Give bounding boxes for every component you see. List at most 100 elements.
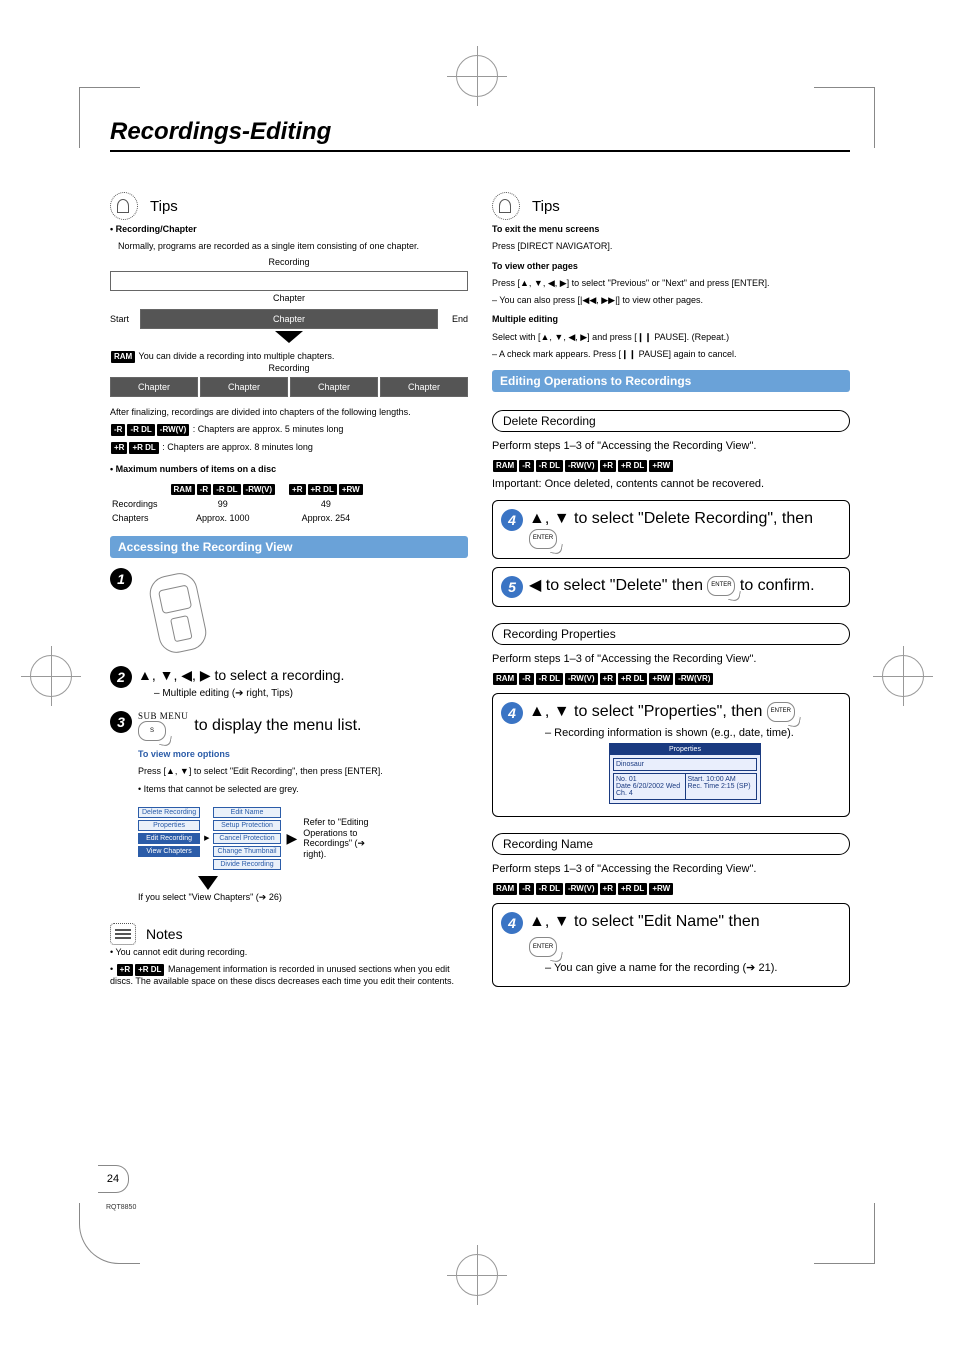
recording-name-pill: Recording Name [492, 833, 850, 855]
properties-panel: Properties Dinosaur No. 01 Date 6/20/200… [609, 743, 761, 804]
props-no: No. 01 [616, 776, 683, 783]
step-4-number: 4 [501, 509, 523, 531]
chapter-cell: Chapter [290, 377, 378, 397]
multi-edit-p1: Select with [▲, ▼, ◀, ▶] and press [❙❙ P… [492, 332, 850, 343]
props-start: Start. 10:00 AM [688, 776, 755, 783]
enter-button-icon: ENTER [707, 576, 735, 596]
menu-diagram: Delete Recording Properties Edit Recordi… [138, 807, 281, 870]
menu-edit-name: Edit Name [213, 807, 280, 818]
max-items-heading: • Maximum numbers of items on a disc [110, 464, 468, 475]
step-2-number: 2 [110, 666, 132, 688]
props-ch: Ch. 4 [616, 790, 683, 797]
single-chapter-box: Chapter [140, 309, 438, 329]
del-badges: RAM-R-R DL-RW(V)+R+R DL+RW [492, 460, 850, 472]
page-title: Recordings-Editing [110, 118, 850, 146]
s-button-icon: S [138, 721, 166, 741]
delete-recording-pill: Delete Recording [492, 410, 850, 432]
menu-setup-protection: Setup Protection [213, 820, 280, 831]
after-finalizing: After finalizing, recordings are divided… [110, 407, 468, 418]
if-view-chapters: If you select "View Chapters" (➔ 26) [138, 892, 468, 903]
menu-cancel-protection: Cancel Protection [213, 833, 280, 844]
rec-chapter-heading: • Recording/Chapter [110, 224, 468, 235]
submenu-label: SUB MENU [138, 711, 188, 721]
refer-text: Refer to "Editing Operations to Recordin… [303, 817, 373, 860]
max-items-table: RAM-R-R DL-RW(V) +R+R DL+RW Recordings99… [110, 481, 376, 526]
props-title: Properties [610, 744, 760, 755]
left-column: Tips • Recording/Chapter Normally, progr… [110, 192, 468, 995]
name-step4-sub: – You can give a name for the recording … [545, 961, 841, 974]
name-steps: Perform steps 1–3 of "Accessing the Reco… [492, 863, 850, 877]
multi-edit-heading: Multiple editing [492, 314, 850, 325]
name-step4: ▲, ▼ to select "Edit Name" then [529, 912, 841, 933]
tips-icon [492, 192, 520, 220]
notes-heading: Notes [146, 926, 183, 942]
props-rectime: Rec. Time 2:15 (SP) [688, 783, 755, 790]
multi-edit-p2: – A check mark appears. Press [❙❙ PAUSE]… [492, 349, 850, 360]
chapter-row: Chapter Chapter Chapter Chapter [110, 377, 468, 397]
start-label: Start [110, 314, 140, 324]
chapter-cell: Chapter [200, 377, 288, 397]
step-2-sub: – Multiple editing (➔ right, Tips) [154, 688, 468, 699]
chapter-cell: Chapter [110, 377, 198, 397]
page-number: 24 [98, 1165, 129, 1193]
menu-divide-recording: Divide Recording [213, 859, 280, 870]
step-1-number: 1 [110, 568, 132, 590]
step-5-number: 5 [501, 576, 523, 598]
accessing-bar: Accessing the Recording View [110, 536, 468, 558]
chapter-cell: Chapter [380, 377, 468, 397]
step-3-text: to display the menu list. [194, 716, 361, 737]
menu-edit-recording: Edit Recording [138, 833, 200, 844]
tips-heading: Tips [150, 198, 178, 215]
menu-change-thumbnail: Change Thumbnail [213, 846, 280, 857]
chapter-label: Chapter [273, 293, 305, 303]
view-more-b: • Items that cannot be selected are grey… [138, 784, 468, 795]
other-pages-heading: To view other pages [492, 261, 850, 272]
arrow-down-icon [275, 331, 303, 343]
enter-button-icon: ENTER [529, 937, 557, 957]
title-rule [110, 150, 850, 152]
ram-divide-note: RAM You can divide a recording into mult… [110, 351, 468, 363]
tips-heading: Tips [532, 198, 560, 215]
other-pages-p1: Press [▲, ▼, ◀, ▶] to select "Previous" … [492, 278, 850, 289]
name-badges: RAM-R-R DL-RW(V)+R+R DL+RW [492, 883, 850, 895]
editing-ops-bar: Editing Operations to Recordings [492, 370, 850, 392]
recording-properties-pill: Recording Properties [492, 623, 850, 645]
footer-code: RQT8850 [106, 1204, 136, 1211]
step-4b-number: 4 [501, 702, 523, 724]
prop-step4: ▲, ▼ to select "Properties", then ENTER [529, 702, 841, 723]
note-2: • +R+R DL Management information is reco… [110, 964, 468, 987]
del-step5: ◀ to select "Delete" then ENTER to confi… [529, 576, 841, 597]
end-label: End [438, 314, 468, 324]
props-name: Dinosaur [613, 758, 757, 771]
del-steps: Perform steps 1–3 of "Accessing the Reco… [492, 440, 850, 454]
chap-5min: -R-R DL-RW(V) : Chapters are approx. 5 m… [110, 424, 468, 436]
note-1: • You cannot edit during recording. [110, 947, 468, 958]
recording-label: Recording [268, 257, 309, 267]
recording-label-2: Recording [268, 363, 309, 373]
exit-heading: To exit the menu screens [492, 224, 850, 235]
chap-8min: +R+R DL : Chapters are approx. 8 minutes… [110, 442, 468, 454]
view-more-p: Press [▲, ▼] to select "Edit Recording",… [138, 766, 468, 777]
exit-p: Press [DIRECT NAVIGATOR]. [492, 241, 850, 252]
step-2-text: ▲, ▼, ◀, ▶ to select a recording. [138, 666, 468, 684]
rec-chapter-desc: Normally, programs are recorded as a sin… [118, 241, 468, 252]
menu-view-chapters: View Chapters [138, 846, 200, 857]
step-3-number: 3 [110, 711, 132, 733]
enter-button-icon: ENTER [529, 529, 557, 549]
prop-step4-sub: – Recording information is shown (e.g., … [545, 727, 841, 739]
props-date: Date 6/20/2002 Wed [616, 783, 683, 790]
big-arrow-down-icon [198, 876, 218, 890]
remote-icon [146, 570, 209, 656]
page-number-tab: 24 [98, 1165, 129, 1193]
step-4c-number: 4 [501, 912, 523, 934]
tips-icon [110, 192, 138, 220]
prop-steps: Perform steps 1–3 of "Accessing the Reco… [492, 653, 850, 667]
other-pages-p2: – You can also press [|◀◀, ▶▶|] to view … [492, 295, 850, 306]
right-column: Tips To exit the menu screens Press [DIR… [492, 192, 850, 995]
enter-button-icon: ENTER [767, 702, 795, 722]
view-more-heading: To view more options [138, 749, 468, 760]
recording-bar [110, 271, 468, 291]
notes-icon [110, 923, 136, 945]
menu-delete-recording: Delete Recording [138, 807, 200, 818]
prop-badges: RAM-R-R DL-RW(V)+R+R DL+RW-RW(VR) [492, 673, 850, 685]
